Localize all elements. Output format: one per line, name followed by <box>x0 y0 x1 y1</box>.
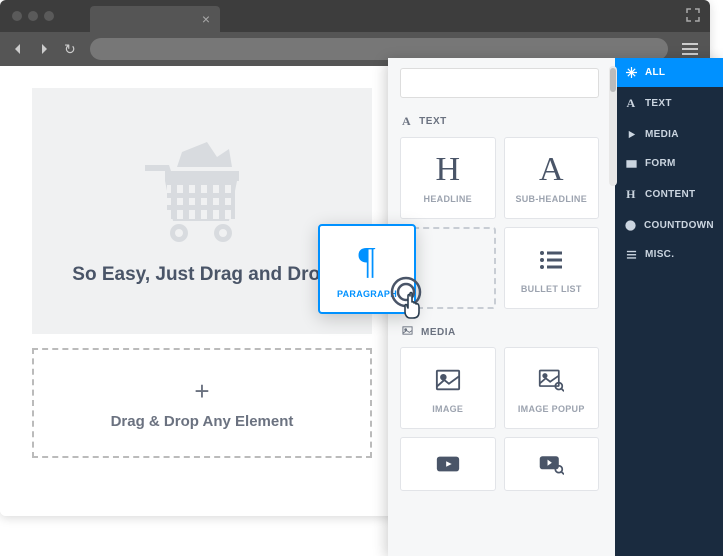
sidebar-label: TEXT <box>645 98 672 109</box>
search-row <box>388 58 607 106</box>
sidebar-label: FORM <box>645 158 676 169</box>
image-icon <box>435 362 461 398</box>
hero-text: So Easy, Just Drag and Drop <box>72 264 331 286</box>
snowflake-icon <box>625 67 637 78</box>
forward-icon[interactable] <box>38 43 50 55</box>
sidebar-item-form[interactable]: FORM <box>615 149 723 178</box>
tile-label: HEADLINE <box>424 194 472 204</box>
hamburger-icon[interactable] <box>682 43 698 55</box>
videopopup-icon <box>538 446 564 482</box>
close-dot[interactable] <box>12 11 22 21</box>
dropzone[interactable]: + Drag & Drop Any Element <box>32 348 372 458</box>
titlebar: × <box>0 0 710 32</box>
sidebar-label: MISC. <box>645 249 674 260</box>
tab-close-icon[interactable]: × <box>202 11 210 27</box>
sidebar-label: ALL <box>645 67 665 78</box>
sidebar-item-misc[interactable]: MISC. <box>615 240 723 269</box>
sidebar-label: CONTENT <box>645 189 695 200</box>
search-input[interactable] <box>400 68 599 98</box>
bulletlist-icon <box>538 242 564 278</box>
tile-label: BULLET LIST <box>521 284 582 294</box>
sidebar-item-all[interactable]: ALL <box>615 58 723 87</box>
maximize-dot[interactable] <box>44 11 54 21</box>
text-a-icon: A <box>402 114 411 129</box>
tile-imagepopup[interactable]: IMAGE POPUP <box>504 347 600 429</box>
video-icon <box>435 446 461 482</box>
back-icon[interactable] <box>12 43 24 55</box>
tile-subheadline[interactable]: A SUB-HEADLINE <box>504 137 600 219</box>
play-icon <box>625 129 637 140</box>
tile-videopopup[interactable] <box>504 437 600 491</box>
sidebar-item-content[interactable]: H CONTENT <box>615 178 723 211</box>
url-bar[interactable] <box>90 38 668 60</box>
tile-label: IMAGE POPUP <box>518 404 585 414</box>
tile-image[interactable]: IMAGE <box>400 347 496 429</box>
tile-headline[interactable]: H HEADLINE <box>400 137 496 219</box>
subheadline-icon: A <box>539 152 564 188</box>
scrollbar[interactable] <box>609 66 615 186</box>
sidebar-item-countdown[interactable]: COUNTDOWN <box>615 211 723 240</box>
sidebar-item-media[interactable]: MEDIA <box>615 120 723 149</box>
tile-label: IMAGE <box>432 404 463 414</box>
editor-panel: A TEXT H HEADLINE A SUB-HEADLINE BULLET … <box>388 58 723 556</box>
section-text: A TEXT <box>388 106 607 137</box>
reload-icon[interactable]: ↻ <box>64 41 76 58</box>
sidebar-item-text[interactable]: A TEXT <box>615 87 723 120</box>
tile-video[interactable] <box>400 437 496 491</box>
content-h-icon: H <box>625 187 637 202</box>
minimize-dot[interactable] <box>28 11 38 21</box>
browser-tab[interactable]: × <box>90 6 220 32</box>
imagepopup-icon <box>538 362 564 398</box>
window-controls <box>12 11 54 21</box>
tile-bulletlist[interactable]: BULLET LIST <box>504 227 600 309</box>
paragraph-icon: ¶ <box>358 239 375 283</box>
tile-label: PARAGRAPH <box>337 289 397 299</box>
mail-icon <box>625 158 637 169</box>
cursor-hand-icon <box>390 276 434 329</box>
cart-icon <box>137 137 267 252</box>
sidebar-label: COUNTDOWN <box>644 220 714 231</box>
dropzone-text: Drag & Drop Any Element <box>111 413 294 430</box>
menu-icon <box>625 249 637 260</box>
media-grid: IMAGE IMAGE POPUP <box>388 347 607 499</box>
text-a-icon: A <box>625 96 637 111</box>
tile-label: SUB-HEADLINE <box>515 194 587 204</box>
sidebar-label: MEDIA <box>645 129 679 140</box>
clock-icon <box>625 220 636 231</box>
plus-icon: + <box>194 376 209 407</box>
headline-icon: H <box>435 152 460 188</box>
expand-icon[interactable] <box>686 8 700 27</box>
category-sidebar: ALL A TEXT MEDIA FORM H CONTENT COUNTDOW… <box>615 58 723 556</box>
section-text-label: TEXT <box>419 116 447 127</box>
